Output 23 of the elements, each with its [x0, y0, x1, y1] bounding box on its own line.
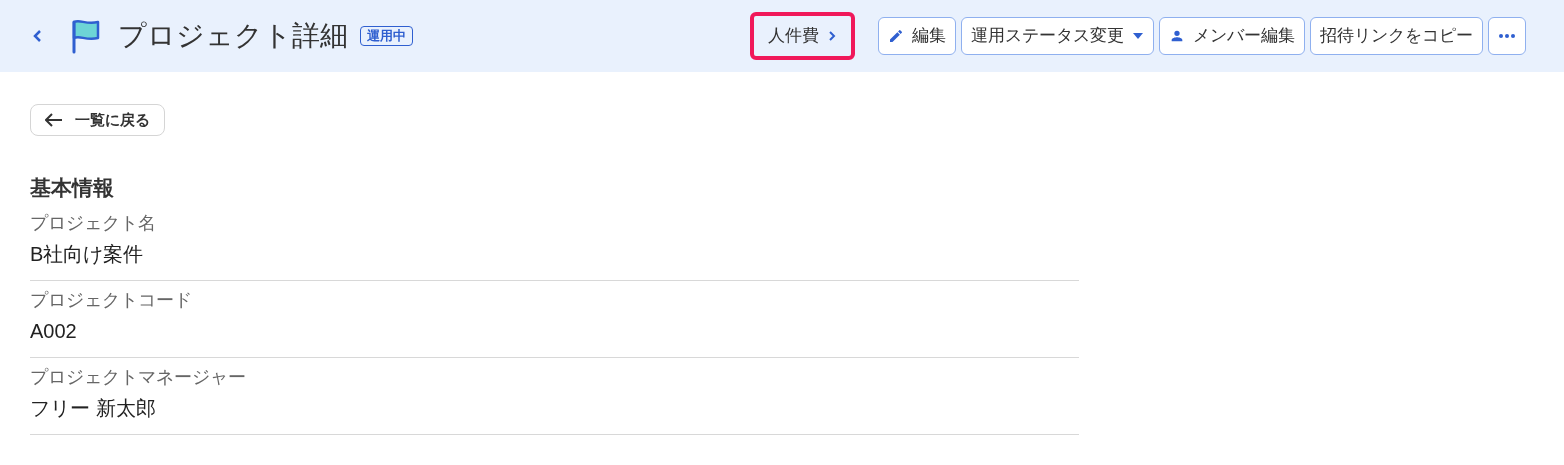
more-button[interactable] — [1488, 17, 1526, 55]
section-title: 基本情報 — [30, 175, 115, 201]
status-badge: 運用中 — [360, 26, 413, 46]
field-label: プロジェクトマネージャー — [30, 365, 247, 389]
action-button[interactable]: メンバー編集 — [1159, 17, 1305, 55]
back-button[interactable]: 一覧に戻る — [30, 104, 165, 136]
caret-down-icon — [1132, 32, 1144, 40]
field-value: B社向け案件 — [30, 241, 145, 267]
field-label: プロジェクトコード — [30, 288, 193, 312]
pencil-icon — [888, 28, 904, 44]
chevron-right-icon — [827, 30, 837, 42]
action-button[interactable]: 招待リンクをコピー — [1310, 17, 1483, 55]
link-button[interactable]: 人件費 — [750, 12, 855, 60]
page-title: プロジェクト詳細 — [118, 19, 348, 53]
field-label: プロジェクト名 — [30, 211, 157, 235]
action-button[interactable]: 編集 — [878, 17, 956, 55]
arrow-left-icon — [45, 113, 63, 127]
dropdown-button[interactable]: 運用ステータス変更 — [961, 17, 1154, 55]
flag-icon — [70, 18, 102, 54]
field-value: フリー 新太郎 — [30, 395, 157, 421]
field-value: A002 — [30, 318, 78, 344]
more-icon — [1498, 33, 1516, 39]
person-icon — [1169, 28, 1185, 44]
